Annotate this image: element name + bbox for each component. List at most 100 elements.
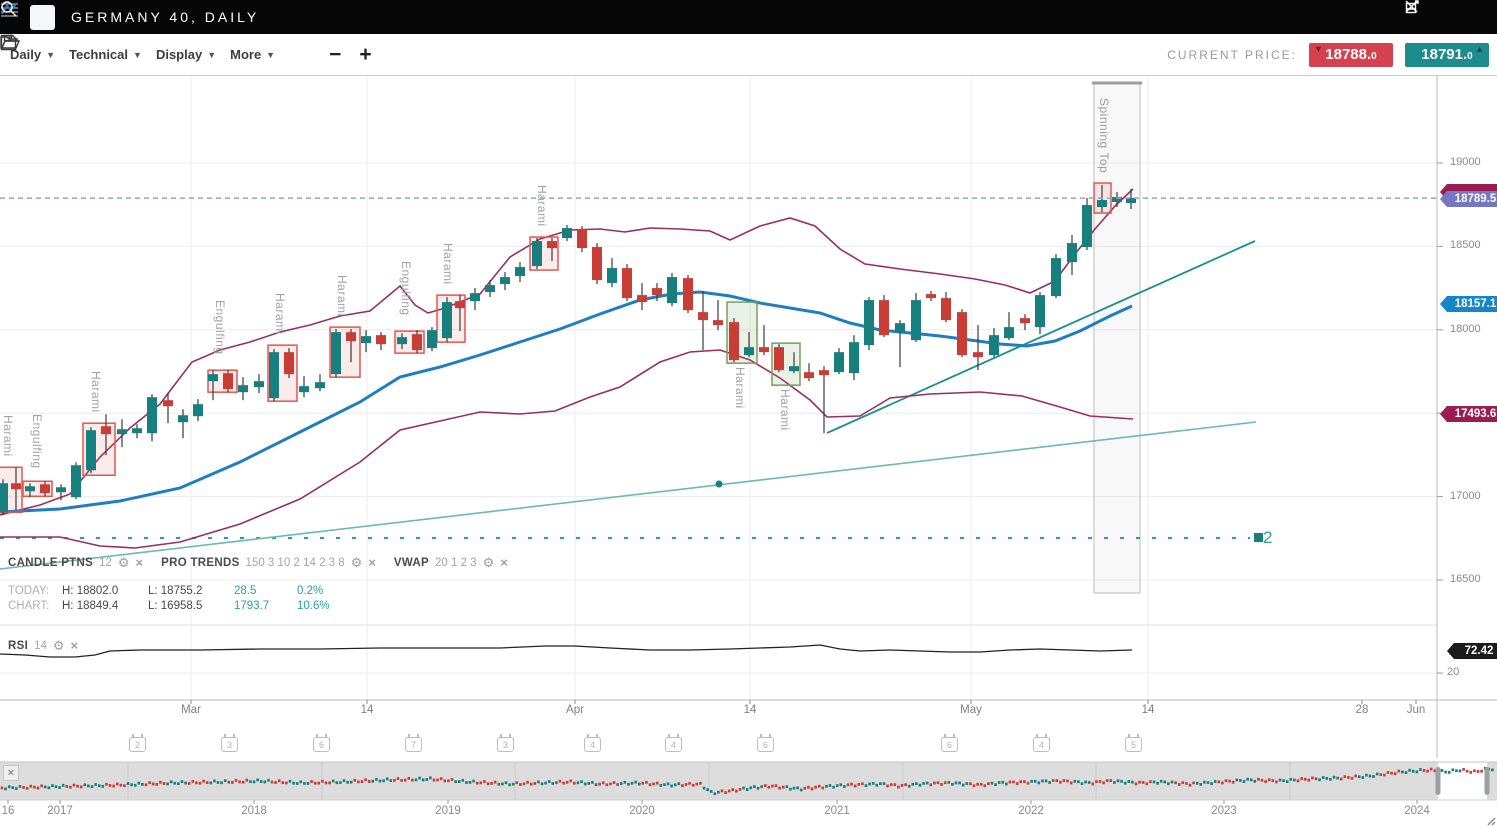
navigator-candle [1315,777,1318,780]
event-calendar-icon[interactable]: 4 [1033,737,1050,752]
indicator-pro-trends[interactable]: PRO TRENDS [161,557,239,569]
navigator-candle [390,779,393,782]
event-calendar-icon[interactable]: 3 [497,737,514,752]
navigator-candle [1034,780,1037,783]
navigator-candle [166,783,169,786]
navigator-candle [120,784,123,787]
candle-body [254,381,264,387]
navigator-candle [404,779,407,782]
navigator-candle [1056,779,1059,782]
navigator-candle [660,784,663,787]
indicator-rsi-params: 14 [34,640,47,652]
event-calendar-icon[interactable]: 3 [221,737,238,752]
navigator-candle [199,782,202,785]
navigator-candle [789,788,792,791]
navigator-candle [1149,780,1152,783]
navigator-close-icon[interactable]: × [3,765,19,781]
event-calendar-icon[interactable]: 5 [1125,737,1142,752]
candle-body [193,404,203,416]
gear-icon[interactable]: ⚙ [53,639,65,652]
gear-icon[interactable]: ⚙ [483,556,495,569]
navigator-candle [854,785,857,788]
navigator-candle [1027,782,1030,785]
navigator-handle-right[interactable] [1485,767,1490,795]
price-tag-18789.5: 18789.5 [1440,191,1497,207]
navigator-selected-window[interactable] [1438,762,1487,800]
navigator-candle [969,782,972,785]
indicator-candle-ptns[interactable]: CANDLE PTNS [8,557,93,569]
navigator-candle [112,785,115,788]
navigator-candle [458,780,461,783]
navigator-candle [1466,770,1469,773]
navigator-candle [876,784,879,787]
gear-icon[interactable]: ⚙ [351,556,363,569]
x-axis-label: Apr [566,704,584,716]
navigator-candle [1268,778,1271,781]
navigator-candle [48,786,51,789]
navigator-candle [318,782,321,785]
navigator-candle [30,785,33,788]
navigator-candle [1423,769,1426,772]
indicator-rsi[interactable]: RSI [8,640,28,652]
navigator-candle [753,785,756,788]
event-calendar-icon[interactable]: 7 [405,737,422,752]
candle-body [269,352,279,398]
navigator-candle [796,786,799,789]
navigator-handle-left[interactable] [1436,767,1441,795]
navigator-candle [1470,771,1473,774]
vwap-level-handle[interactable] [1254,533,1263,542]
navigator-candle [926,782,929,785]
navigator-candle [271,781,274,784]
navigator-candle [591,781,594,784]
candle-body [849,342,859,373]
event-calendar-icon[interactable]: 2 [129,737,146,752]
event-calendar-icon[interactable]: 6 [941,737,958,752]
remove-indicator-icon[interactable]: × [500,556,508,569]
navigator-candle [735,790,738,793]
navigator-candle [379,780,382,783]
navigator-candle [1146,782,1149,785]
navigator-candle [984,784,987,787]
candle-body [331,332,341,374]
navigator-candle [609,782,612,785]
navigator-candle [508,783,511,786]
navigator-candle [246,779,249,782]
rsi-line [0,645,1132,657]
remove-indicator-icon[interactable]: × [71,639,79,652]
pattern-label-harami: Harami [778,389,792,431]
remove-indicator-icon[interactable]: × [368,556,376,569]
navigator-candle [134,784,137,787]
candle-body [698,312,708,320]
candle-body [592,247,602,280]
event-calendar-icon[interactable]: 6 [757,737,774,752]
navigator-candle [1059,781,1062,784]
navigator-candle [1354,775,1357,778]
indicator-vwap[interactable]: VWAP [394,557,429,569]
today-percent: 0.2% [297,585,360,597]
navigator-candle [1023,780,1026,783]
navigator-candle [192,780,195,783]
navigator-candle [1430,768,1433,771]
navigator-candle [602,781,605,784]
trendline-dot[interactable] [716,481,723,488]
navigator-candle [872,782,875,785]
navigator-candle [1254,780,1257,783]
navigator-candle [1239,779,1242,782]
navigator-candle [156,783,159,786]
event-calendar-icon[interactable]: 6 [313,737,330,752]
navigator-candle [228,781,231,784]
today-label: TODAY: [8,585,62,597]
navigator-candle [1016,782,1019,785]
remove-indicator-icon[interactable]: × [136,556,144,569]
navigator-candle [1120,780,1123,783]
today-stats-row: TODAY: H: 18802.0 L: 18755.2 28.5 0.2% [8,585,360,597]
resize-grip-icon[interactable] [1492,822,1495,825]
event-calendar-icon[interactable]: 4 [665,737,682,752]
navigator-candle [1081,782,1084,785]
navigator-candle [1131,781,1134,784]
event-calendar-icon[interactable]: 4 [584,737,601,752]
navigator-candle [555,781,558,784]
gear-icon[interactable]: ⚙ [118,556,130,569]
navigator-candle [321,780,324,783]
navigator-candle [1088,781,1091,784]
